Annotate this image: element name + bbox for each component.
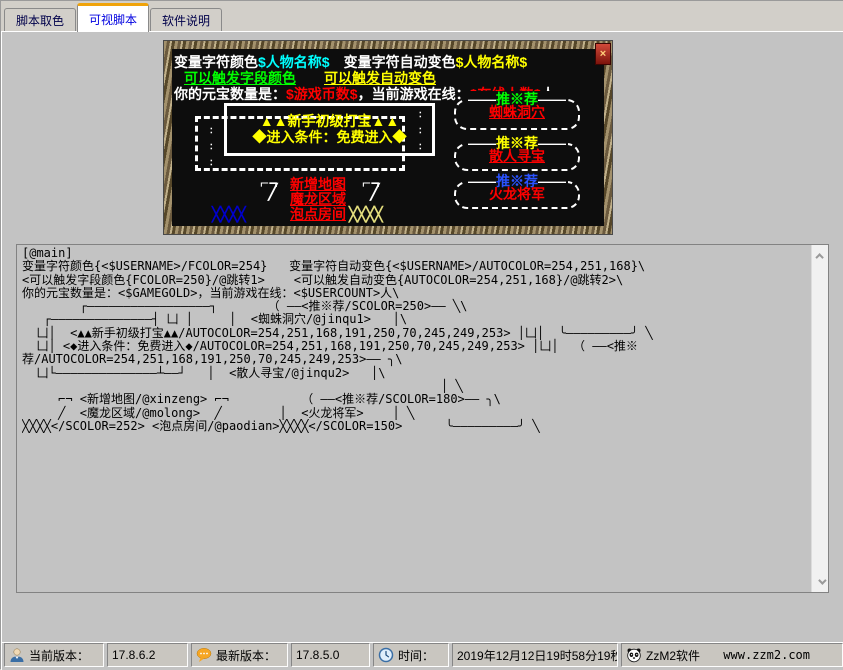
tab-visual-script[interactable]: 可视脚本 (77, 3, 149, 32)
var-autocolor-label: 变量字符自动变色 (344, 54, 456, 70)
preview-stage: 变量字符颜色$人物名称$变量字符自动变色$人物名称$ 可以触发字段颜色 可以触发… (172, 49, 604, 226)
script-text[interactable]: [@main] 变量字符颜色{<$USERNAME>/FCOLOR=254} 变… (22, 247, 809, 590)
brand-label: ZzM2软件 (646, 647, 700, 664)
clock-icon (378, 647, 394, 663)
dots-mark: ∶ (210, 127, 213, 137)
close-icon[interactable]: × (595, 43, 611, 65)
newbie-dungeon-button[interactable]: ▲▲新手初级打宝▲▲ ◆进入条件：免费进入◆ (224, 113, 435, 145)
status-bar: 当前版本： 17.8.6.2 最新版本： 17.8.5.0 时间： 2019年1… (2, 642, 843, 667)
game-dialog-preview: × 变量字符颜色$人物名称$变量字符自动变色$人物名称$ 可以触发字段颜色 可以… (164, 41, 612, 234)
newbie-dungeon-condition: ◆进入条件：免费进入◆ (253, 129, 407, 145)
idle-room-link[interactable]: 泡点房间 (290, 207, 346, 222)
gold-label: 你的元宝数量是： (174, 86, 286, 102)
time-cell: 时间： (373, 643, 449, 667)
script-editor: [@main] 变量字符颜色{<$USERNAME>/FCOLOR=254} 变… (16, 244, 829, 593)
gamegold-var: $游戏币数$ (286, 86, 358, 102)
fire-dragon-label: 火龙将军 (456, 187, 578, 202)
fire-dragon-button[interactable]: ——推※荐—— 火龙将军 (454, 181, 580, 209)
time-value: 2019年12月12日19时58分19秒 (452, 643, 618, 667)
tab-bar: 脚本取色 可视脚本 软件说明 (1, 1, 843, 32)
spider-cave-label[interactable]: 蜘蛛洞穴 (456, 105, 578, 120)
dragon-area-link[interactable]: 魔龙区域 (290, 192, 346, 207)
latest-version-cell: 最新版本： (191, 643, 288, 667)
new-map-link[interactable]: 新增地图 (290, 177, 346, 192)
right-x-marks: ╳╳╳╳ (349, 207, 383, 222)
hook-mark: ⌐¬╱ (362, 179, 380, 197)
brand-cell: ZzM2软件 www.zzm2.com (621, 643, 843, 667)
website-text: www.zzm2.com (723, 648, 838, 662)
newbie-dungeon-title: ▲▲新手初级打宝▲▲ (260, 113, 399, 129)
username-var-cyan: $人物名称$ (258, 54, 330, 70)
treasure-hunt-button[interactable]: ——推※荐—— 散人寻宝 (454, 143, 580, 171)
scroll-down-icon[interactable] (812, 573, 829, 590)
current-version-label: 当前版本： (29, 647, 89, 664)
left-x-marks: ╳╳╳╳ (212, 207, 246, 222)
time-label: 时间： (398, 647, 434, 664)
user-icon (9, 647, 25, 663)
var-color-label: 变量字符颜色 (174, 54, 258, 70)
treasure-hunt-label[interactable]: 散人寻宝 (456, 149, 578, 164)
visual-script-page: × 变量字符颜色$人物名称$变量字符自动变色$人物名称$ 可以触发字段颜色 可以… (1, 31, 843, 670)
spider-cave-button[interactable]: ——推※荐—— 蜘蛛洞穴 (454, 99, 580, 130)
scrollbar[interactable] (811, 245, 828, 592)
current-version-value: 17.8.6.2 (107, 643, 188, 667)
message-bubble-icon (196, 647, 212, 663)
panda-logo-icon (626, 647, 642, 663)
latest-version-label: 最新版本： (216, 647, 276, 664)
latest-version-value: 17.8.5.0 (291, 643, 370, 667)
online-label: ，当前游戏在线： (358, 86, 470, 102)
preview-line-1: 变量字符颜色$人物名称$变量字符自动变色$人物名称$ (174, 55, 527, 70)
tab-script-color[interactable]: 脚本取色 (4, 8, 76, 32)
scroll-up-icon[interactable] (812, 247, 829, 264)
dots-mark: ∶ (210, 159, 213, 169)
tab-software-info[interactable]: 软件说明 (150, 8, 222, 32)
username-var-yellow: $人物名称$ (456, 54, 528, 70)
trigger-autocolor-link[interactable]: 可以触发自动变色 (324, 71, 436, 86)
dots-mark: ∶ (210, 143, 213, 153)
hook-mark: ⌐¬╱ (260, 179, 278, 197)
current-version-cell: 当前版本： (4, 643, 104, 667)
trigger-field-color-link[interactable]: 可以触发字段颜色 (184, 71, 296, 86)
